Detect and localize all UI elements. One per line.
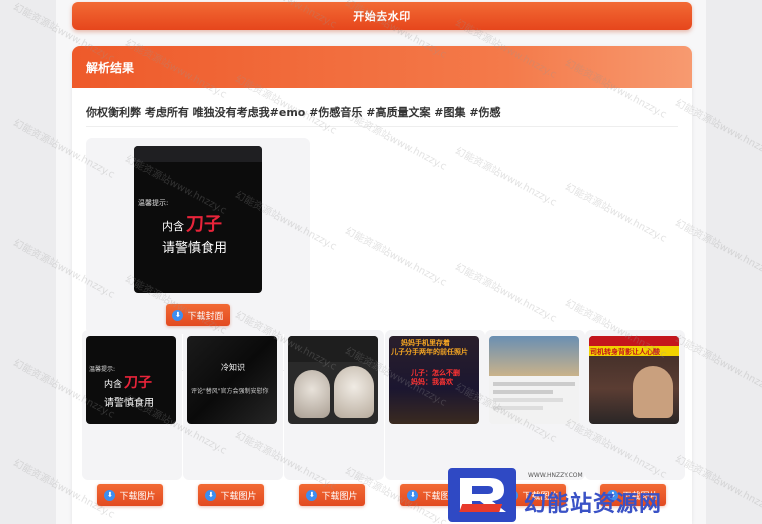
start-remove-watermark-button[interactable]: 开始去水印 (72, 2, 692, 30)
gallery-image: 冷知识评论"替风"官方会强制安慰你 (187, 336, 277, 424)
video-description: 你权衡利弊 考虑所有 唯独没有考虑我#emo #伤感音乐 #高质量文案 #图集 … (86, 106, 501, 119)
gallery-news-line: 司机转身背影让人心酸 (590, 348, 660, 356)
gallery-image: 妈妈手机里存着 儿子分手两年的前任照片 儿子：怎么不删 妈妈：我喜欢 (389, 336, 479, 424)
gallery-knowledge-title: 冷知识 (221, 363, 245, 372)
download-icon: ⬇ (407, 489, 419, 501)
divider (86, 126, 678, 127)
download-image-label: 下载图片 (220, 491, 257, 502)
download-image-label: 下载图片 (321, 491, 358, 502)
download-icon: ⬇ (172, 309, 184, 321)
gallery-caption-line4: 妈妈：我喜欢 (411, 378, 453, 386)
gallery-image: 温馨提示: 内含 刀子 请警慎食用 (86, 336, 176, 424)
cover-line1-prefix: 内含 (162, 220, 184, 233)
gallery-line2: 请警慎食用 (104, 398, 154, 409)
person-image (633, 366, 673, 418)
brand-sub: WWW.HNZZY.COM (528, 472, 583, 479)
download-image-button[interactable]: ⬇下载图片 (299, 484, 365, 506)
download-cover-label: 下载封面 (187, 311, 224, 322)
brand-name: 幻能站资源网 (524, 492, 663, 517)
gallery-image (489, 336, 579, 424)
cover-tip: 温馨提示: (138, 199, 169, 207)
download-image-button[interactable]: ⬇下载图片 (97, 484, 163, 506)
download-icon: ⬇ (306, 489, 318, 501)
cover-line1: 内含 刀子 (162, 210, 222, 236)
cover-image: 温馨提示: 内含 刀子 请警慎食用 (134, 146, 262, 293)
download-image-label: 下载图片 (119, 491, 156, 502)
cover-line2: 请警慎食用 (162, 241, 228, 256)
gallery-image: 司机转身背影让人心酸 (589, 336, 679, 424)
download-image-button[interactable]: ⬇下载图片 (198, 484, 264, 506)
gallery-prefix: 内含 (104, 380, 123, 390)
gallery-caption-line2: 儿子分手两年的前任照片 (391, 348, 468, 356)
result-header: 解析结果 (72, 46, 692, 88)
download-icon: ⬇ (104, 489, 116, 501)
brand-logo: WWW.HNZZY.COM 幻能站资源网 (446, 466, 692, 524)
cover-line1-red: 刀子 (186, 214, 222, 235)
gallery-knowledge-caption: 评论"替风"官方会强制安慰你 (191, 388, 269, 395)
brand-r-icon (448, 468, 516, 522)
download-cover-button[interactable]: ⬇ 下载封面 (166, 304, 230, 326)
gallery-image (288, 336, 378, 424)
gallery-red: 刀子 (124, 375, 153, 391)
download-icon: ⬇ (205, 489, 217, 501)
gallery-line1: 内含 刀子 (104, 372, 152, 392)
cat-image (334, 366, 374, 418)
cover-panel: 温馨提示: 内含 刀子 请警慎食用 ⬇ 下载封面 (86, 138, 310, 334)
cat-image (294, 370, 330, 418)
